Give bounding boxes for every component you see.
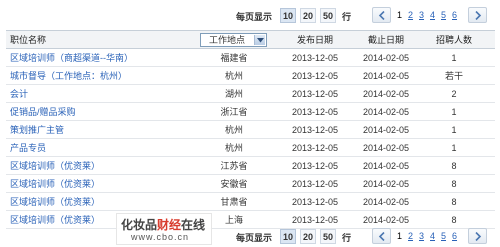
job-title-link[interactable]: 区域培训师（优资莱） bbox=[10, 193, 100, 211]
table-header: 职位名称 工作地点 发布日期 截止日期 招聘人数 bbox=[6, 31, 495, 49]
work-location: 浙江省 bbox=[220, 107, 248, 117]
header-headcount: 招聘人数 bbox=[435, 35, 472, 45]
table-row: 区域培训师（优资莱） 安徽省 2013-12-05 2014-02-05 8 bbox=[6, 175, 495, 193]
page-link-6[interactable]: 6 bbox=[452, 10, 457, 20]
header-publish-date: 发布日期 bbox=[296, 35, 333, 45]
job-title-link[interactable]: 会计 bbox=[10, 85, 28, 103]
page-link-5[interactable]: 5 bbox=[441, 10, 446, 20]
header-deadline: 截止日期 bbox=[367, 35, 404, 45]
publish-date: 2013-12-05 bbox=[291, 71, 339, 81]
job-title-link[interactable]: 产品专员 bbox=[10, 139, 46, 157]
header-job-title: 职位名称 bbox=[10, 35, 47, 45]
publish-date: 2013-12-05 bbox=[291, 161, 339, 171]
publish-date: 2013-12-05 bbox=[291, 53, 339, 63]
job-title-link[interactable]: 区域培训师（优资莱） bbox=[10, 175, 100, 193]
work-location: 杭州 bbox=[224, 125, 243, 135]
deadline-date: 2014-02-05 bbox=[362, 107, 410, 117]
location-filter-label: 工作地点 bbox=[209, 35, 246, 45]
deadline-date: 2014-02-05 bbox=[362, 125, 410, 135]
per-page-unit: 行 bbox=[342, 233, 352, 243]
per-page-option-10[interactable]: 10 bbox=[280, 229, 296, 244]
page-link-2[interactable]: 2 bbox=[408, 231, 413, 241]
per-page-label: 每页显示 bbox=[236, 233, 273, 243]
watermark-url: www.cbo.cn bbox=[131, 232, 190, 242]
table-row: 促销品/赠品采购 浙江省 2013-12-05 2014-02-05 1 bbox=[6, 103, 495, 121]
table-row: 会计 湖州 2013-12-05 2014-02-05 2 bbox=[6, 85, 495, 103]
job-title-link[interactable]: 策划推广主管 bbox=[10, 121, 64, 139]
table-row: 城市督导（工作地点：杭州） 杭州 2013-12-05 2014-02-05 若干 bbox=[6, 67, 495, 85]
deadline-date: 2014-02-05 bbox=[362, 89, 410, 99]
next-page-button[interactable] bbox=[468, 7, 487, 23]
headcount: 1 bbox=[451, 125, 457, 135]
deadline-date: 2014-02-05 bbox=[362, 161, 410, 171]
dropdown-arrow bbox=[254, 35, 265, 45]
table-row: 产品专员 杭州 2013-12-05 2014-02-05 1 bbox=[6, 139, 495, 157]
work-location: 福建省 bbox=[220, 53, 248, 63]
publish-date: 2013-12-05 bbox=[291, 125, 339, 135]
per-page-unit: 行 bbox=[342, 12, 352, 22]
site-watermark: 化妆品财经在线 www.cbo.cn bbox=[116, 213, 212, 245]
headcount: 若干 bbox=[444, 71, 463, 81]
chevron-right-icon bbox=[475, 11, 482, 20]
deadline-date: 2014-02-05 bbox=[362, 71, 410, 81]
chevron-left-icon bbox=[378, 11, 385, 20]
per-page-option-20[interactable]: 20 bbox=[300, 8, 316, 23]
previous-page-button[interactable] bbox=[372, 228, 391, 244]
table-row: 策划推广主管 杭州 2013-12-05 2014-02-05 1 bbox=[6, 121, 495, 139]
deadline-date: 2014-02-05 bbox=[362, 197, 410, 207]
chevron-right-icon bbox=[475, 232, 482, 241]
headcount: 1 bbox=[451, 53, 457, 63]
job-title-link[interactable]: 区域培训师（优资莱） bbox=[10, 157, 100, 175]
page-link-5[interactable]: 5 bbox=[441, 231, 446, 241]
publish-date: 2013-12-05 bbox=[291, 143, 339, 153]
deadline-date: 2014-02-05 bbox=[362, 179, 410, 189]
deadline-date: 2014-02-05 bbox=[362, 53, 410, 63]
deadline-date: 2014-02-05 bbox=[362, 143, 410, 153]
job-table: 职位名称 工作地点 发布日期 截止日期 招聘人数 区域培训师（商超渠道--华南）… bbox=[6, 30, 495, 229]
page-link-1[interactable]: 1 bbox=[397, 231, 402, 241]
page-link-4[interactable]: 4 bbox=[430, 231, 435, 241]
job-title-link[interactable]: 促销品/赠品采购 bbox=[10, 103, 76, 121]
page-link-2[interactable]: 2 bbox=[408, 10, 413, 20]
publish-date: 2013-12-05 bbox=[291, 179, 339, 189]
per-page-option-50[interactable]: 50 bbox=[320, 8, 336, 23]
chevron-left-icon bbox=[378, 232, 385, 241]
publish-date: 2013-12-05 bbox=[291, 107, 339, 117]
per-page-option-10[interactable]: 10 bbox=[280, 8, 296, 23]
page-link-4[interactable]: 4 bbox=[430, 10, 435, 20]
table-row: 区域培训师（商超渠道--华南） 福建省 2013-12-05 2014-02-05 1 bbox=[6, 49, 495, 67]
job-title-link[interactable]: 城市督导（工作地点：杭州） bbox=[10, 67, 127, 85]
watermark-title: 化妆品财经在线 bbox=[121, 218, 206, 232]
per-page-option-50[interactable]: 50 bbox=[320, 229, 336, 244]
per-page-option-20[interactable]: 20 bbox=[300, 229, 316, 244]
chevron-down-icon bbox=[257, 38, 264, 43]
work-location: 甘肃省 bbox=[220, 197, 248, 207]
work-location: 安徽省 bbox=[220, 179, 248, 189]
work-location: 杭州 bbox=[224, 71, 243, 81]
headcount: 8 bbox=[451, 161, 457, 171]
publish-date: 2013-12-05 bbox=[291, 197, 339, 207]
location-filter-select[interactable]: 工作地点 bbox=[200, 33, 267, 47]
table-row: 区域培训师（优资莱） 江苏省 2013-12-05 2014-02-05 8 bbox=[6, 157, 495, 175]
publish-date: 2013-12-05 bbox=[291, 89, 339, 99]
page-link-3[interactable]: 3 bbox=[419, 10, 424, 20]
per-page-label: 每页显示 bbox=[236, 12, 273, 22]
previous-page-button[interactable] bbox=[372, 7, 391, 23]
headcount: 8 bbox=[451, 197, 457, 207]
table-row: 区域培训师（优资莱） 甘肃省 2013-12-05 2014-02-05 8 bbox=[6, 193, 495, 211]
work-location: 杭州 bbox=[224, 143, 243, 153]
job-title-link[interactable]: 区域培训师（商超渠道--华南） bbox=[10, 49, 133, 67]
work-location: 湖州 bbox=[224, 89, 243, 99]
page-link-3[interactable]: 3 bbox=[419, 231, 424, 241]
next-page-button[interactable] bbox=[468, 228, 487, 244]
bottom-pager: 每页显示 10 20 50 行 1 2 3 4 5 6 bbox=[0, 227, 500, 247]
page-link-1[interactable]: 1 bbox=[397, 10, 402, 20]
headcount: 8 bbox=[451, 179, 457, 189]
headcount: 1 bbox=[451, 143, 457, 153]
top-pager: 每页显示 10 20 50 行 1 2 3 4 5 6 bbox=[0, 6, 500, 26]
headcount: 1 bbox=[451, 107, 457, 117]
work-location: 江苏省 bbox=[220, 161, 248, 171]
headcount: 2 bbox=[451, 89, 457, 99]
page-link-6[interactable]: 6 bbox=[452, 231, 457, 241]
